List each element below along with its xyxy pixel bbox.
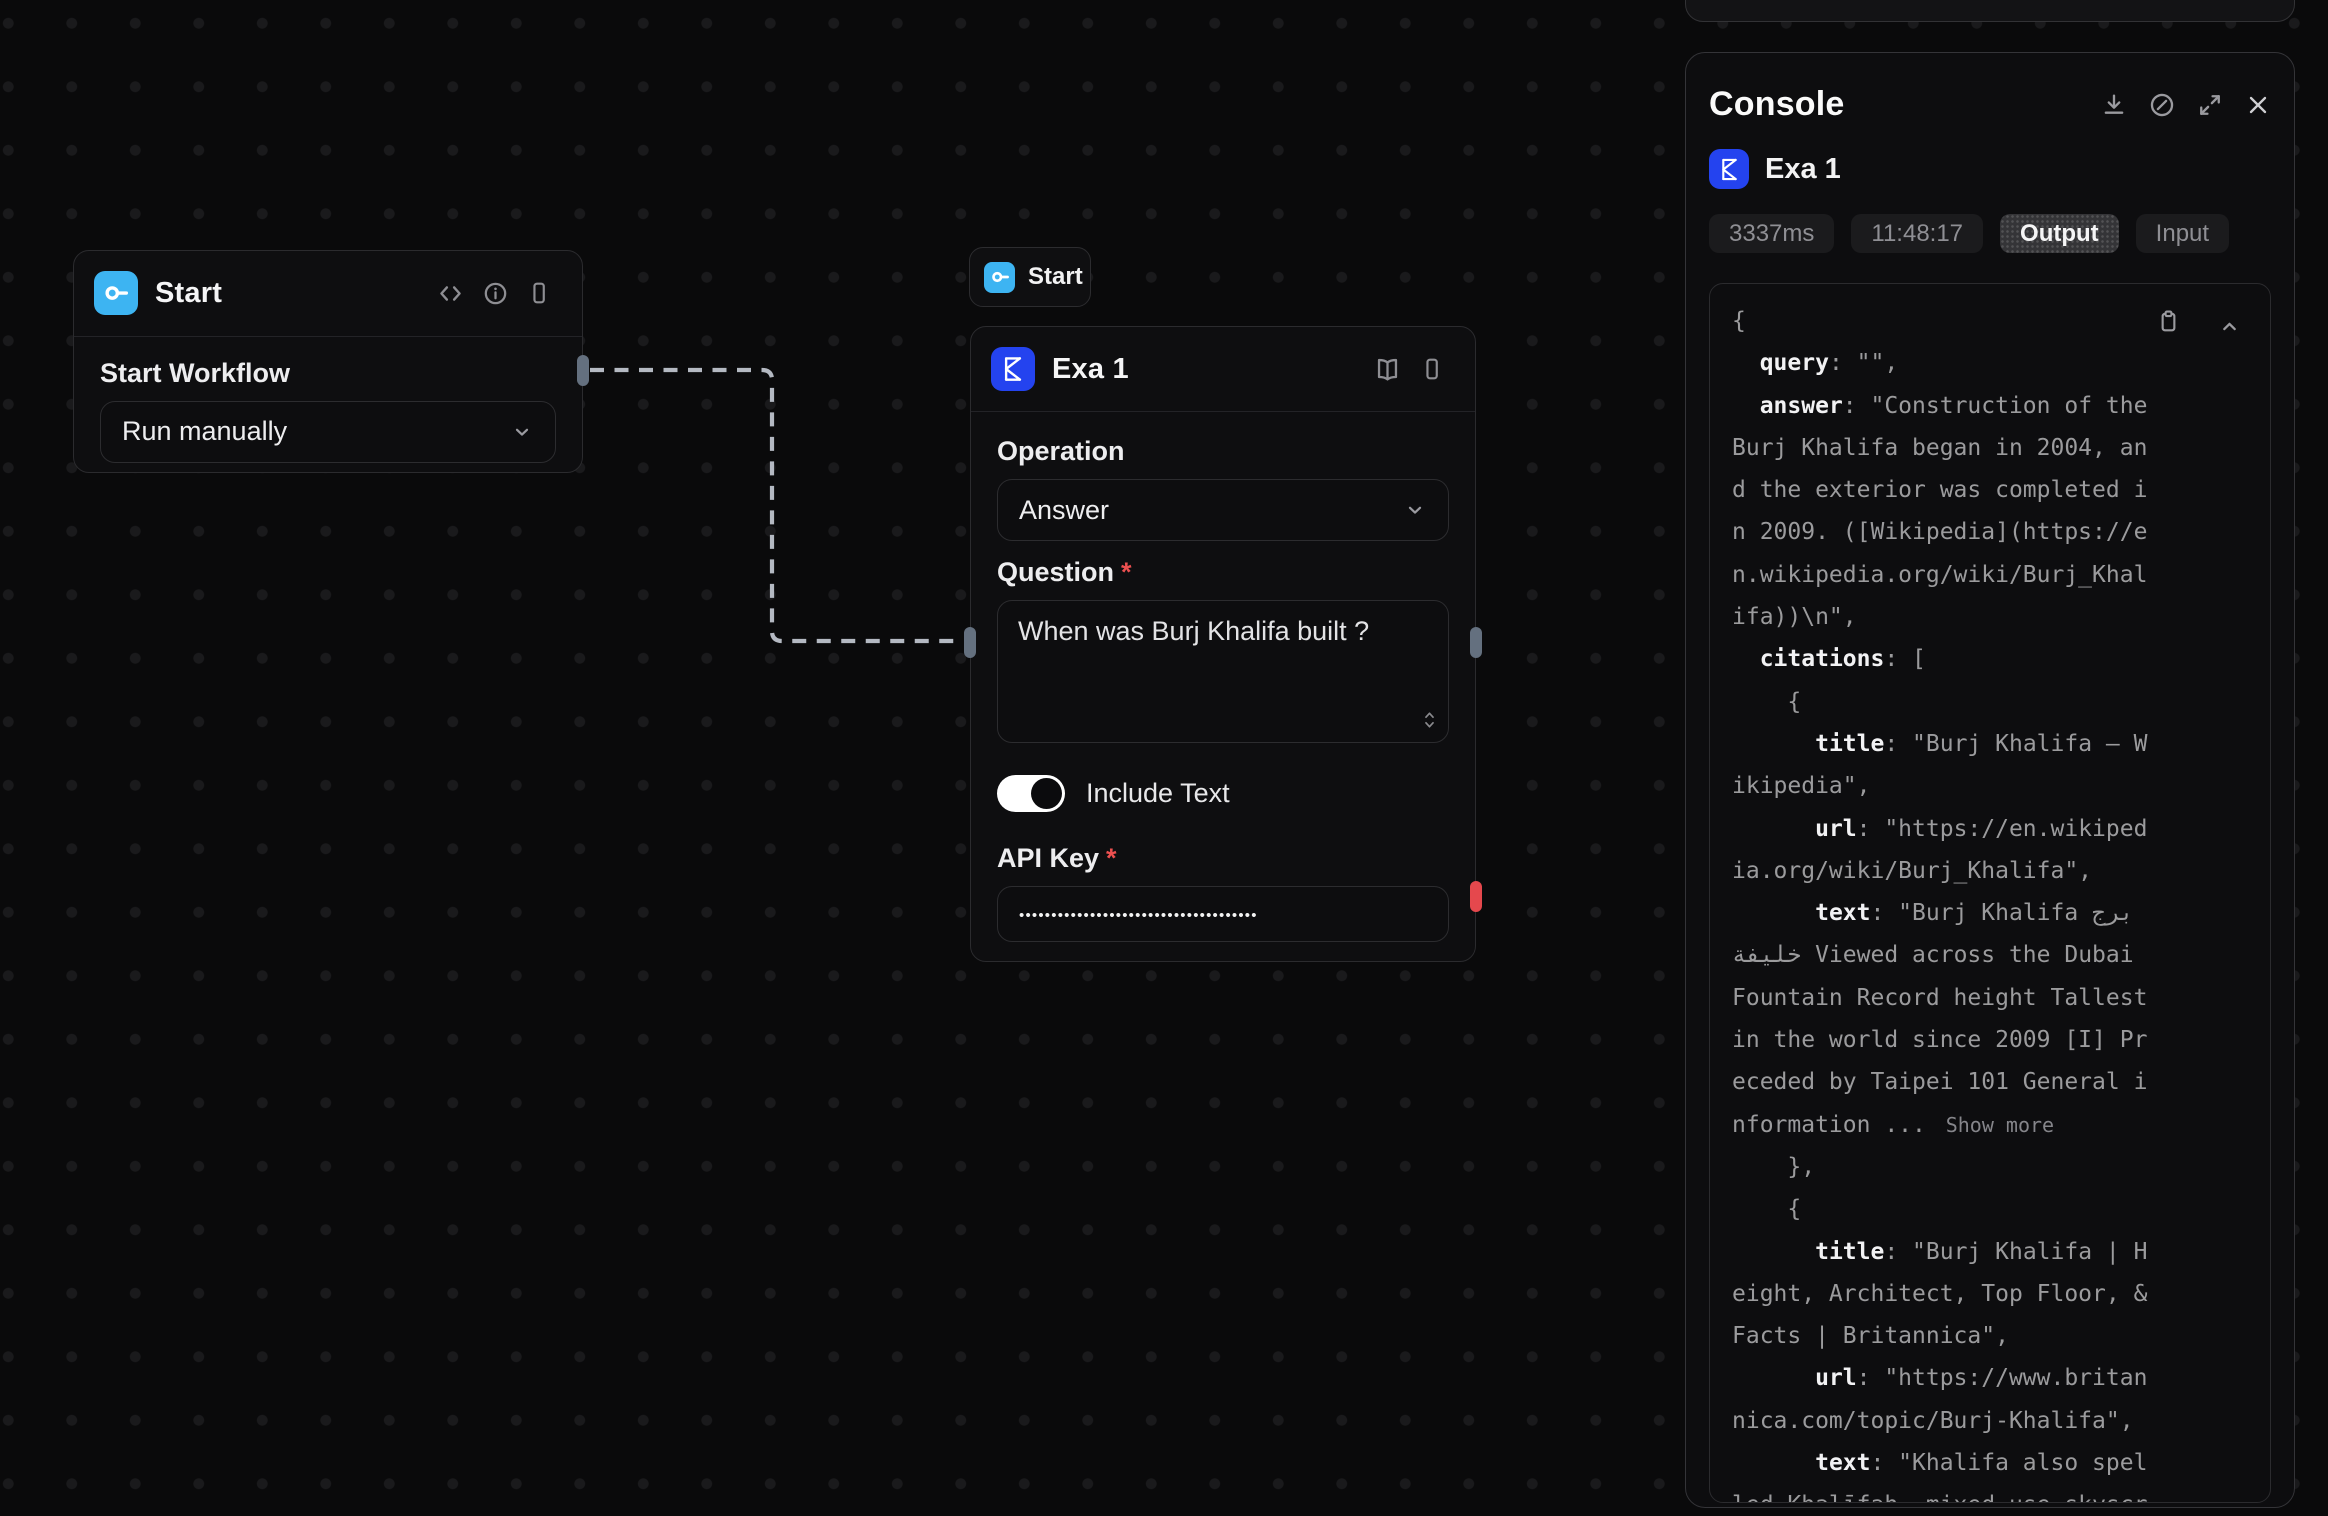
code-line: title: "Burj Khalifa – W — [1732, 723, 2168, 765]
code-line: n.wikipedia.org/wiki/Burj_Khal — [1732, 554, 2168, 596]
field-label: Question* — [997, 557, 1449, 588]
code-line: nformation ... Show more — [1732, 1104, 2168, 1146]
required-mark: * — [1121, 557, 1132, 587]
start-node-header: Start — [74, 251, 582, 337]
code-line: query: "", — [1732, 342, 2168, 384]
phone-icon[interactable] — [1419, 356, 1445, 382]
include-text-toggle[interactable] — [997, 775, 1065, 812]
console-panel: Console Exa 1 3337ms 11:48:17 Output — [1685, 52, 2295, 1508]
download-icon[interactable] — [2100, 91, 2128, 119]
field-label: Start Workflow — [100, 358, 556, 389]
badge-label: Start — [1028, 263, 1083, 291]
code-line: خليفة Viewed across the Dubai — [1732, 934, 2168, 976]
node-title: Exa 1 — [1052, 353, 1356, 386]
field-label: API Key* — [997, 843, 1449, 874]
tab-output[interactable]: Output — [2000, 214, 2119, 253]
code-line: nica.com/topic/Burj-Khalifa", — [1732, 1400, 2168, 1442]
output-handle[interactable] — [577, 355, 589, 386]
start-node[interactable]: Start Start Workflow Run manually — [73, 250, 583, 473]
code-line: citations: [ — [1732, 638, 2168, 680]
toggle-label: Include Text — [1086, 778, 1230, 809]
exa-icon — [1709, 149, 1749, 189]
console-title: Console — [1709, 85, 1845, 124]
run-mode-select[interactable]: Run manually — [100, 401, 556, 463]
code-line: ifa))\n", — [1732, 596, 2168, 638]
code-line: }, — [1732, 1146, 2168, 1188]
code-line: { — [1732, 1188, 2168, 1230]
textarea-value: When was Burj Khalifa built ? — [1018, 615, 1428, 648]
exa-icon — [991, 347, 1035, 391]
output-handle[interactable] — [1470, 627, 1482, 658]
code-line: url: "https://www.britan — [1732, 1357, 2168, 1399]
book-icon[interactable] — [1373, 355, 1402, 384]
field-label: Operation — [997, 436, 1449, 467]
code-line: led Khalīfah, mixed-use skyscr — [1732, 1484, 2168, 1503]
masked-value: ••••••••••••••••••••••••••••••••••••• — [1019, 907, 1258, 924]
workflow-canvas[interactable]: Start Start Workflow Run manually — [0, 0, 2328, 1516]
close-icon[interactable] — [2244, 91, 2272, 119]
tab-input[interactable]: Input — [2136, 214, 2229, 253]
show-more-link[interactable]: Show more — [1946, 1113, 2054, 1137]
resize-handle-icon[interactable] — [1421, 710, 1438, 735]
code-line: Burj Khalifa began in 2004, an — [1732, 427, 2168, 469]
clear-icon[interactable] — [2148, 91, 2176, 119]
code-line: { — [1732, 300, 2168, 342]
code-line: ikipedia", — [1732, 765, 2168, 807]
code-lines: { query: "", answer: "Construction of th… — [1732, 300, 2168, 1503]
code-line: text: "Khalifa also spel — [1732, 1442, 2168, 1484]
code-line: ia.org/wiki/Burj_Khalifa", — [1732, 850, 2168, 892]
code-line: { — [1732, 681, 2168, 723]
copy-icon[interactable] — [2155, 308, 2182, 335]
chevron-down-icon — [510, 420, 534, 444]
code-line: in the world since 2009 [I] Pr — [1732, 1019, 2168, 1061]
code-line: n 2009. ([Wikipedia](https://e — [1732, 511, 2168, 553]
exa-start-badge[interactable]: Start — [969, 247, 1091, 307]
toggle-knob — [1031, 778, 1062, 809]
start-icon — [984, 262, 1015, 293]
exa-node[interactable]: Exa 1 Operation Answer Question* When wa… — [970, 326, 1476, 962]
collapse-icon[interactable] — [2217, 314, 2242, 339]
code-block[interactable]: { query: "", answer: "Construction of th… — [1709, 283, 2271, 1503]
error-handle[interactable] — [1470, 881, 1482, 912]
code-line: Fountain Record height Tallest — [1732, 977, 2168, 1019]
timestamp-badge: 11:48:17 — [1851, 214, 1983, 253]
question-textarea[interactable]: When was Burj Khalifa built ? — [997, 600, 1449, 743]
required-mark: * — [1106, 843, 1117, 873]
node-title: Start — [155, 277, 419, 310]
console-node-title: Exa 1 — [1765, 153, 1841, 186]
code-line: eight, Architect, Top Floor, & — [1732, 1273, 2168, 1315]
toolbar-strip — [1685, 0, 2295, 22]
api-key-input[interactable]: ••••••••••••••••••••••••••••••••••••• — [997, 886, 1449, 942]
operation-select[interactable]: Answer — [997, 479, 1449, 541]
select-value: Run manually — [122, 416, 287, 447]
start-icon — [94, 271, 138, 315]
code-line: eceded by Taipei 101 General i — [1732, 1061, 2168, 1103]
code-icon[interactable] — [436, 279, 465, 308]
exa-node-header: Exa 1 — [971, 327, 1475, 412]
info-icon[interactable] — [482, 280, 509, 307]
phone-icon[interactable] — [526, 280, 552, 306]
code-line: answer: "Construction of the — [1732, 385, 2168, 427]
code-line: d the exterior was completed i — [1732, 469, 2168, 511]
code-line: Facts | Britannica", — [1732, 1315, 2168, 1357]
duration-badge: 3337ms — [1709, 214, 1834, 253]
code-line: title: "Burj Khalifa | H — [1732, 1231, 2168, 1273]
code-line: url: "https://en.wikiped — [1732, 808, 2168, 850]
select-value: Answer — [1019, 495, 1109, 526]
input-handle[interactable] — [964, 627, 976, 658]
expand-icon[interactable] — [2196, 91, 2224, 119]
code-line: text: "Burj Khalifa برج — [1732, 892, 2168, 934]
chevron-down-icon — [1403, 498, 1427, 522]
